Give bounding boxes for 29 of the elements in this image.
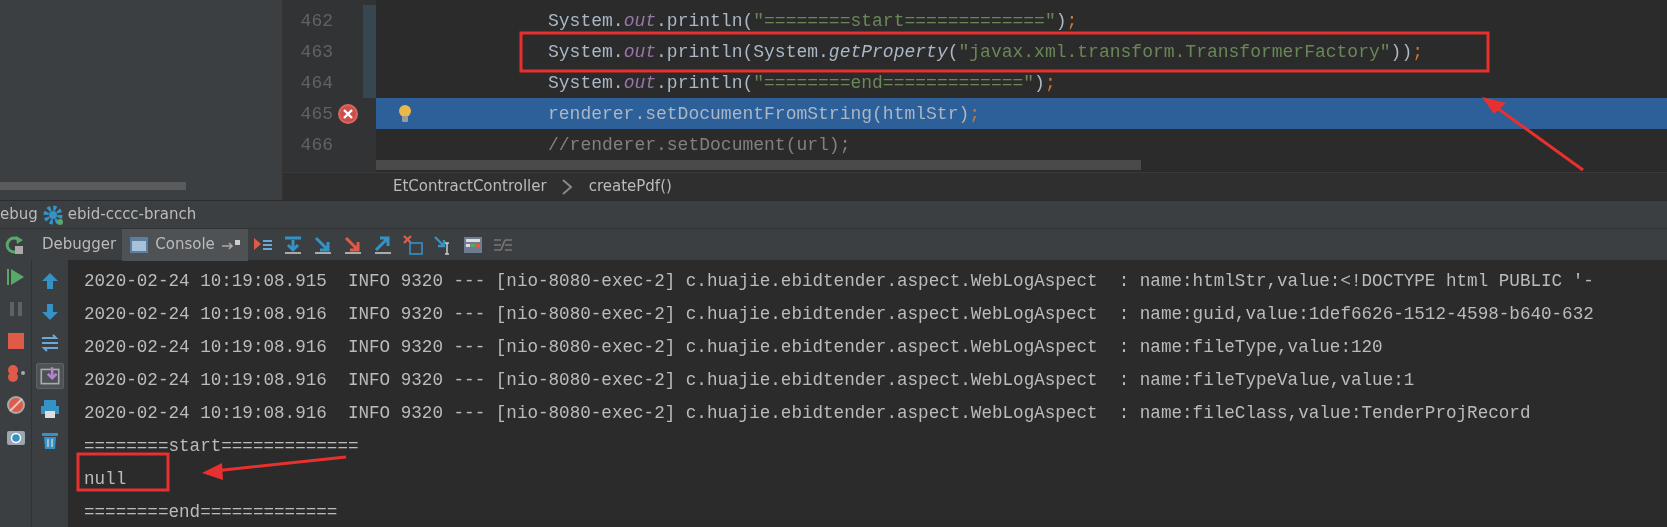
run-configuration: ebid-cccc-branch [67,204,197,226]
console-line: 2020-02-24 10:19:08.916 INFO 9320 --- [nio-8080-exec-2] c.huajie.ebidtender.aspect.WebLogAspect : name:fileType,value:120 [84,337,1383,357]
print-icon[interactable] [39,398,61,420]
code-line: System.out.println(System.getProperty("javax.xml.transform.TransformerFactory")); [548,41,1423,62]
code-line: System.out.println("========start============="); [548,10,1078,31]
console-line: ========start============= [84,436,359,456]
console-line: 2020-02-24 10:19:08.916 INFO 9320 --- [nio-8080-exec-2] c.huajie.ebidtender.aspect.WebLogAspect : name:fileTypeValue,value:1 [84,370,1415,390]
breadcrumb[interactable]: createPdf() [588,175,672,198]
mute-breakpoints-icon[interactable] [4,394,27,416]
code-line: renderer.setDocumentFromString(htmlStr); [548,103,981,124]
console-line: null [84,469,127,489]
console-line: ========end============= [84,502,338,522]
breakpoint-icon[interactable] [337,102,359,125]
console-line: 2020-02-24 10:19:08.916 INFO 9320 --- [nio-8080-exec-2] c.huajie.ebidtender.aspect.WebLogAspect : name:guid,value:1def6626-1512-4598-b640-632 [84,304,1594,324]
code-line: System.out.println("========end============="); [548,72,1056,93]
rerun-icon[interactable] [4,233,26,256]
gear-icon [41,203,64,226]
console-line: 2020-02-24 10:19:08.915 INFO 9320 --- [nio-8080-exec-2] c.huajie.ebidtender.aspect.WebLogAspect : name:htmlStr,value:<!DOCTYPE html PUBLIC '- [84,271,1594,291]
scrollbar[interactable] [0,182,186,190]
breadcrumb[interactable]: EtContractController [393,175,547,198]
console-line: 2020-02-24 10:19:08.916 INFO 9320 --- [nio-8080-exec-2] c.huajie.ebidtender.aspect.WebLogAspect : name:fileClass,value:TenderProjRecord [84,403,1531,423]
code-line: //renderer.setDocument(url); [548,134,851,155]
scroll-to-end-icon[interactable] [36,363,64,389]
tab[interactable]: Console [122,228,248,261]
soft-wrap-icon[interactable] [39,332,61,354]
tab[interactable]: Debugger [36,228,123,261]
drop-frame-icon[interactable] [401,233,424,256]
scrollbar[interactable] [376,160,1141,170]
panel-title: ebug [0,204,38,226]
